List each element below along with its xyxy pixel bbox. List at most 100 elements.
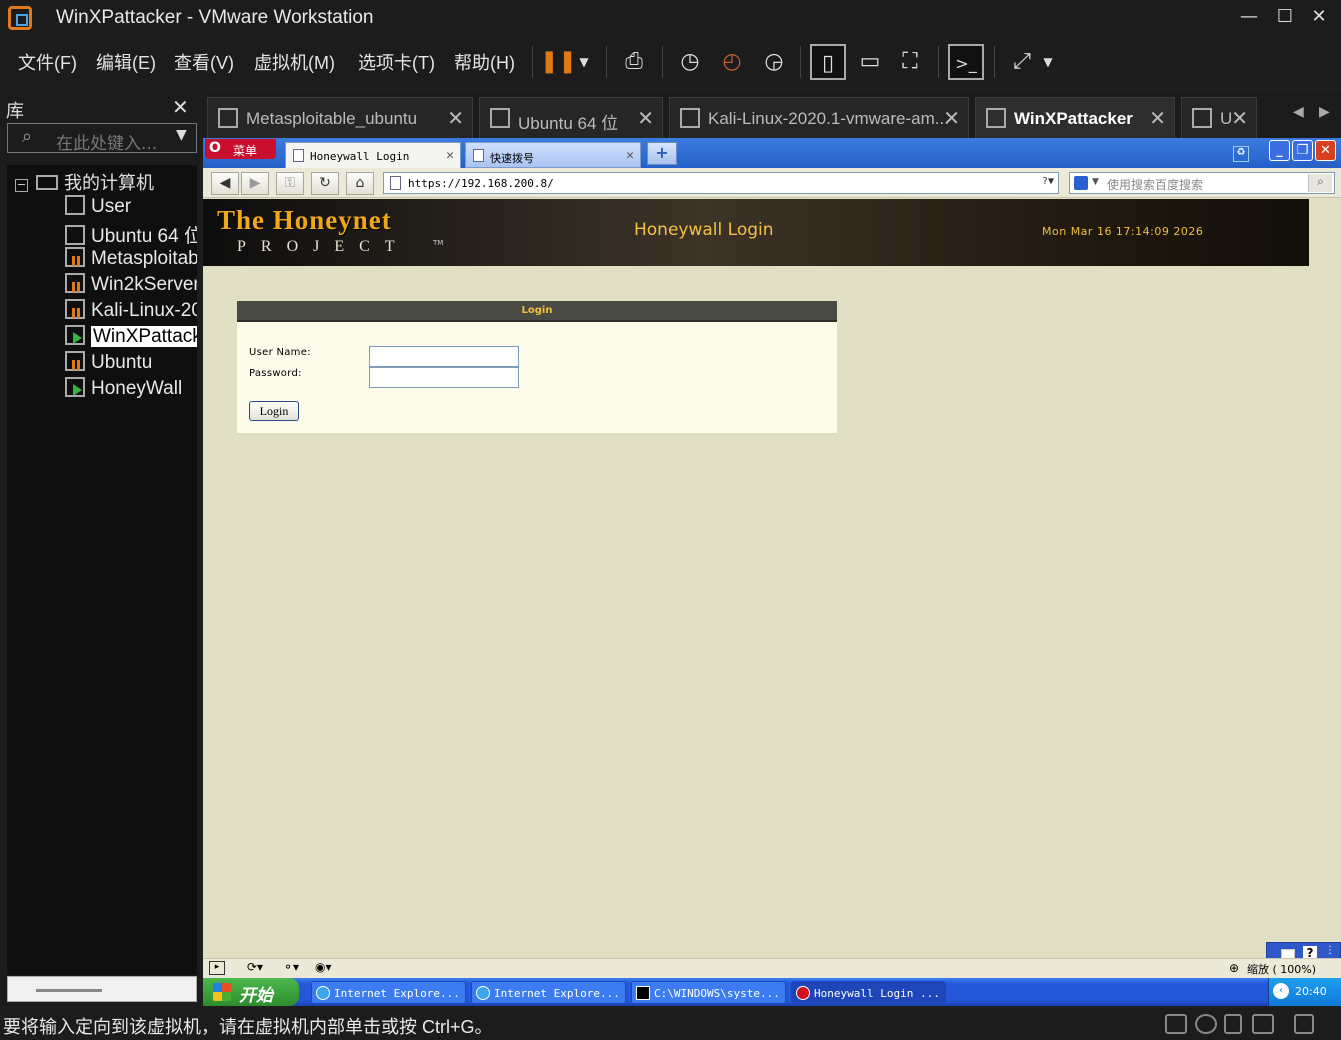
panel-toggle-icon[interactable]: ▸ <box>209 961 225 975</box>
new-tab-icon[interactable]: + <box>647 142 677 165</box>
address-dropdown-icon[interactable]: ?▼ <box>1042 176 1054 187</box>
network-icon[interactable] <box>1252 1014 1274 1034</box>
tab-close-icon[interactable]: ✕ <box>943 106 960 131</box>
tab-scroll-right-icon[interactable]: ▶ <box>1319 104 1330 120</box>
tab-u[interactable]: U ✕ <box>1181 97 1257 138</box>
library-horizontal-scrollbar[interactable] <box>7 976 197 1002</box>
zoom-label[interactable]: 缩放 ( 100%) <box>1247 961 1316 977</box>
browser-close-icon[interactable]: ✕ <box>1315 140 1336 161</box>
tab-winxpattacker[interactable]: WinXPattacker ✕ <box>975 97 1175 138</box>
library-item-kali[interactable]: Kali-Linux-2020.1 <box>65 299 197 325</box>
chevron-down-icon[interactable]: ▼ <box>176 127 187 143</box>
browser-tab-close-icon[interactable]: ✕ <box>446 148 454 163</box>
snapshot-manager-icon[interactable]: ◶ <box>756 44 792 80</box>
login-button[interactable]: Login <box>249 401 299 421</box>
thumbnail-bar-icon[interactable]: ▭ <box>852 44 888 80</box>
menu-help[interactable]: 帮助(H) <box>454 49 515 75</box>
tab-label: Kali-Linux-2020.1-vmware-am... <box>708 109 949 128</box>
menu-edit[interactable]: 编辑(E) <box>96 49 156 75</box>
password-input[interactable] <box>369 367 519 388</box>
menu-vm[interactable]: 虚拟机(M) <box>254 49 335 75</box>
tab-close-icon[interactable]: ✕ <box>637 106 654 131</box>
vm-running-icon <box>65 377 85 397</box>
library-item-user[interactable]: User <box>65 195 131 221</box>
tab-metasploitable[interactable]: Metasploitable_ubuntu ✕ <box>207 97 473 138</box>
reload-icon[interactable]: ↻ <box>311 172 339 195</box>
browser-tab-speed-dial[interactable]: 快速拨号 ✕ <box>465 142 641 168</box>
maximize-icon[interactable]: ☐ <box>1270 6 1300 27</box>
taskbar-item-cmd[interactable]: C:\WINDOWS\syste... <box>631 981 786 1004</box>
turbo-icon[interactable]: ◉▾ <box>315 960 332 974</box>
opera-logo-icon: O <box>209 140 221 156</box>
library-item-ubuntu64[interactable]: Ubuntu 64 位 <box>65 221 197 247</box>
menu-view[interactable]: 查看(V) <box>174 49 234 75</box>
browser-tab-close-icon[interactable]: ✕ <box>626 148 634 163</box>
search-placeholder: 使用搜索百度搜索 <box>1107 178 1204 192</box>
taskbar-item-ie-1[interactable]: Internet Explore... <box>311 981 466 1004</box>
menu-file[interactable]: 文件(F) <box>18 49 77 75</box>
trash-icon[interactable]: ♻ <box>1233 146 1249 162</box>
library-item-metasploitable[interactable]: Metasploitable_ubuntu <box>65 247 197 273</box>
revert-snapshot-icon[interactable]: ◴ <box>714 44 750 80</box>
chevron-down-icon[interactable]: ▼ <box>1036 44 1060 80</box>
send-ctrl-alt-del-icon[interactable]: ⎙ <box>616 44 652 80</box>
cd-drive-icon[interactable] <box>1195 1014 1217 1034</box>
tab-close-icon[interactable]: ✕ <box>1149 106 1166 131</box>
hard-disk-icon[interactable] <box>1165 1014 1187 1034</box>
browser-minimize-icon[interactable]: _ <box>1269 140 1290 161</box>
browser-restore-icon[interactable]: ❐ <box>1292 140 1313 161</box>
key-icon[interactable]: ⚿ <box>276 172 304 195</box>
tab-ubuntu64[interactable]: Ubuntu 64 位 ✕ <box>479 97 663 138</box>
chevron-down-icon[interactable]: ▼ <box>1092 177 1099 187</box>
start-button[interactable]: 开始 <box>203 978 299 1006</box>
library-item-winxpattacker[interactable]: WinXPattacker <box>65 325 197 351</box>
zoom-icon[interactable]: ⊕ <box>1229 961 1239 975</box>
tab-label: Ubuntu 64 位 <box>518 114 619 133</box>
library-item-honeywall[interactable]: HoneyWall <box>65 377 182 403</box>
stretch-guest-icon[interactable]: ⤢ <box>1004 44 1040 80</box>
address-bar[interactable]: https://192.168.200.8/ ?▼ <box>383 172 1059 194</box>
library-item-ubuntu[interactable]: Ubuntu <box>65 351 152 377</box>
clock[interactable]: 20:40 <box>1295 985 1327 998</box>
home-icon[interactable]: ⌂ <box>346 172 374 195</box>
tray-expand-icon[interactable]: ‹ <box>1273 983 1289 999</box>
minimize-icon[interactable]: — <box>1234 6 1264 27</box>
guest-screen[interactable]: O 菜单 Honeywall Login ✕ 快速拨号 ✕ + ♻ _ ❐ ✕ ◀ ▶… <box>203 138 1341 1006</box>
message-log-icon[interactable] <box>1294 1014 1314 1034</box>
floppy-icon[interactable] <box>1224 1014 1242 1034</box>
console-view-icon[interactable]: >_ <box>948 44 984 80</box>
menu-tabs[interactable]: 选项卡(T) <box>358 49 435 75</box>
library-item-win2kserver[interactable]: Win2kServer <box>65 273 197 299</box>
browser-tab-honeywall[interactable]: Honeywall Login ✕ <box>285 142 461 168</box>
windows-flag-icon <box>213 983 231 1001</box>
username-input[interactable] <box>369 346 519 367</box>
unite-icon[interactable]: ⚬▾ <box>283 960 299 974</box>
chevron-down-icon[interactable]: ▼ <box>572 44 596 80</box>
sync-icon[interactable]: ⟳▾ <box>247 960 263 974</box>
tab-close-icon[interactable]: ✕ <box>1231 106 1248 131</box>
library-close-icon[interactable]: ✕ <box>172 95 189 119</box>
tree-root-label: 我的计算机 <box>64 173 154 194</box>
library-search-input[interactable]: ⌕ 在此处键入... ▼ <box>7 123 197 154</box>
taskbar-item-label: Internet Explore... <box>494 987 620 1000</box>
collapse-icon[interactable]: − <box>15 179 28 192</box>
forward-icon[interactable]: ▶ <box>241 172 269 195</box>
taskbar-item-opera[interactable]: Honeywall Login ... <box>791 981 946 1004</box>
show-library-icon[interactable]: ▯ <box>810 44 846 80</box>
tab-scroll-left-icon[interactable]: ◀ <box>1293 104 1304 120</box>
snapshot-icon[interactable]: ◷ <box>672 44 708 80</box>
langbar-options-icon[interactable]: ⋮ <box>1325 945 1335 956</box>
tree-root-my-computer[interactable]: − 我的计算机 <box>15 169 154 195</box>
tab-kali[interactable]: Kali-Linux-2020.1-vmware-am... ✕ <box>669 97 969 138</box>
pause-icon[interactable]: ❚❚ <box>540 44 577 80</box>
vm-tab-icon <box>490 108 510 128</box>
search-icon[interactable]: ⌕ <box>1308 174 1332 192</box>
search-box[interactable]: ▼ 使用搜索百度搜索 ⌕ <box>1069 172 1335 194</box>
tab-close-icon[interactable]: ✕ <box>447 106 464 131</box>
opera-menu-button[interactable]: O 菜单 <box>205 139 276 159</box>
page-datetime: Mon Mar 16 17:14:09 2026 <box>1042 225 1204 238</box>
taskbar-item-ie-2[interactable]: Internet Explore... <box>471 981 626 1004</box>
fullscreen-icon[interactable]: ⛶ <box>892 44 928 80</box>
close-icon[interactable]: ✕ <box>1304 6 1334 27</box>
back-icon[interactable]: ◀ <box>211 172 239 195</box>
